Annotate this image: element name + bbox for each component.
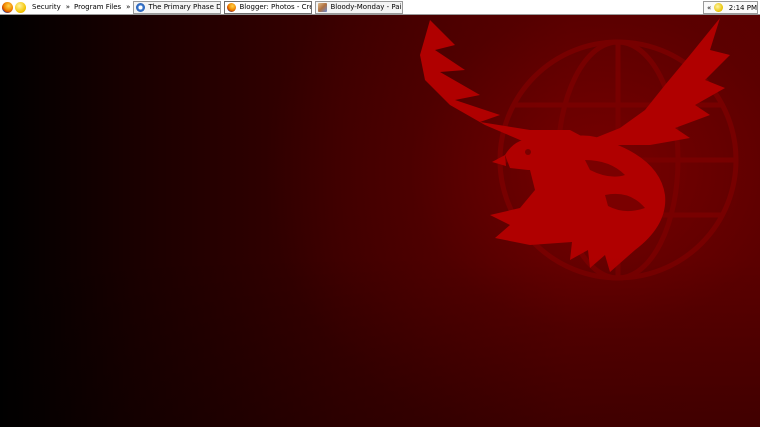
desktop[interactable] (0, 0, 760, 427)
task-button-label: Bloody-Monday - Paint (330, 3, 404, 11)
system-tray: « 2:14 PM (703, 1, 758, 14)
task-button-label: The Primary Phase Disc ... (148, 3, 222, 11)
eagle-globe-emblem (420, 18, 739, 281)
toolbar-security[interactable]: Security (32, 0, 61, 15)
tray-expand-chevron[interactable]: « (707, 4, 711, 12)
firefox-icon[interactable] (2, 1, 13, 13)
task-button-primary-phase[interactable]: The Primary Phase Disc ... (133, 0, 222, 14)
clock[interactable]: 2:14 PM (729, 4, 757, 12)
smiley-icon[interactable] (15, 1, 26, 13)
taskbar: Security » Program Files » The Primary P… (0, 0, 760, 15)
task-button-paint[interactable]: Bloody-Monday - Paint (315, 0, 404, 14)
program-files-toolbar-chevron[interactable]: » (126, 0, 130, 15)
security-toolbar-chevron[interactable]: » (66, 0, 70, 15)
paint-icon (318, 2, 328, 12)
task-button-label: Blogger: Photos - Create ... (239, 3, 313, 11)
task-button-blogger[interactable]: Blogger: Photos - Create ... (224, 0, 313, 14)
web-document-icon (136, 2, 146, 12)
firefox-icon (227, 2, 237, 12)
messenger-status-icon[interactable] (714, 3, 723, 12)
toolbar-program-files[interactable]: Program Files (74, 0, 121, 15)
